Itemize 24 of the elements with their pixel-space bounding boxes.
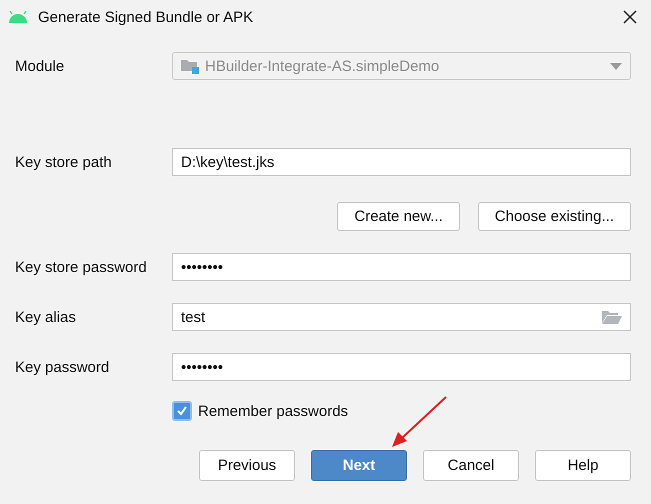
checkbox-label[interactable]: Remember passwords xyxy=(198,402,348,420)
close-icon[interactable] xyxy=(623,10,637,24)
checkmark-icon xyxy=(176,405,188,417)
window-title: Generate Signed Bundle or APK xyxy=(38,8,254,26)
checkbox[interactable] xyxy=(172,401,192,421)
input-field[interactable]: •••••••• xyxy=(172,353,631,381)
dialog-button[interactable]: Next xyxy=(311,450,407,481)
caret-icon xyxy=(610,62,622,70)
folder-icon xyxy=(181,58,199,74)
input-field[interactable]: D:\key\test.jks xyxy=(172,148,631,176)
field-label: Key store path xyxy=(15,154,113,170)
field-label: Key password xyxy=(15,358,110,376)
field-label: Module xyxy=(15,58,66,74)
input-field[interactable]: •••••••• xyxy=(172,253,631,281)
field-label: Key alias xyxy=(15,308,77,326)
android-icon xyxy=(8,11,28,23)
folder-icon[interactable] xyxy=(602,310,622,324)
input-field[interactable]: test xyxy=(172,303,631,331)
dialog-button[interactable]: Create new... xyxy=(337,202,460,231)
dialog-button[interactable]: Choose existing... xyxy=(478,202,631,231)
dialog-button[interactable]: Cancel xyxy=(423,450,519,481)
field-label: Key store password xyxy=(15,258,148,276)
dialog-button[interactable]: Previous xyxy=(199,450,295,481)
dialog-button[interactable]: Help xyxy=(535,450,631,481)
